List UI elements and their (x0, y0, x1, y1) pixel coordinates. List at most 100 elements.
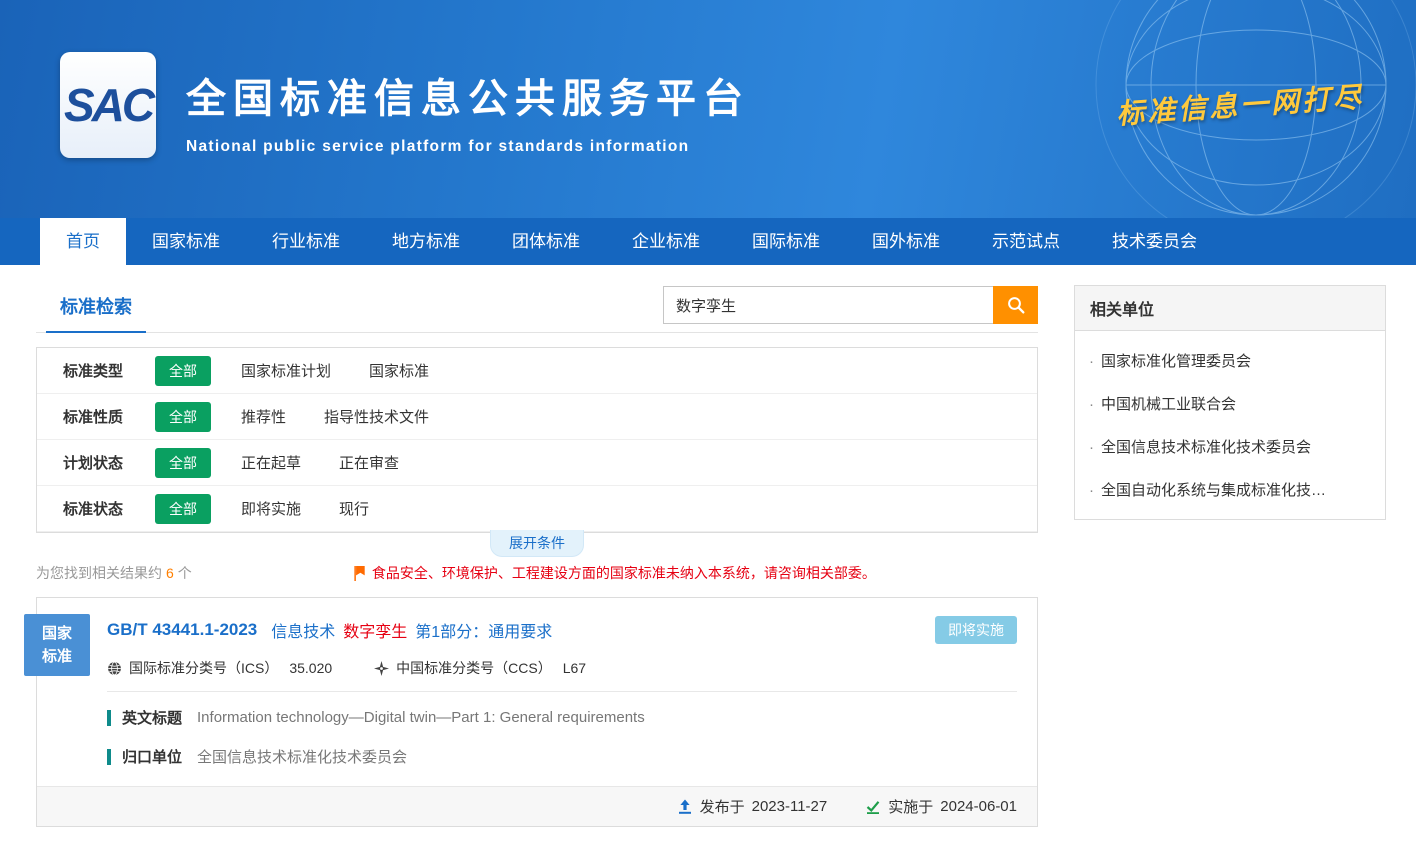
nav-item-technical-committee[interactable]: 技术委员会 (1086, 218, 1223, 265)
sidebar-item-automation-systems-committee[interactable]: 全国自动化系统与集成标准化技… (1075, 468, 1385, 511)
teal-bar (107, 749, 111, 765)
filter-option[interactable]: 即将实施 (241, 498, 301, 519)
filter-box: 标准类型 全部 国家标准计划 国家标准 标准性质 全部 推荐性 指导性技术文件 … (36, 347, 1038, 533)
teal-bar (107, 710, 111, 726)
result-count-prefix: 为您找到相关结果约 (36, 565, 162, 581)
card-footer: 发布于 2023-11-27 实施于 2024-06-01 (37, 786, 1037, 826)
result-count: 为您找到相关结果约6个 (36, 563, 192, 583)
nav-item-local-standards[interactable]: 地方标准 (366, 218, 486, 265)
nav-item-international-standards[interactable]: 国际标准 (726, 218, 846, 265)
sac-logo[interactable]: SAC (60, 52, 156, 158)
filter-label: 标准状态 (63, 498, 155, 519)
status-badge: 即将实施 (935, 616, 1017, 644)
filter-row-standard-status: 标准状态 全部 即将实施 现行 (37, 486, 1037, 532)
standard-title-link[interactable]: 信息技术数字孪生第1部分：通用要求 (271, 618, 560, 642)
publish-date-item: 发布于 2023-11-27 (677, 796, 828, 817)
filter-all-button[interactable]: 全部 (155, 448, 211, 478)
sidebar-item-sac[interactable]: 国家标准化管理委员会 (1075, 339, 1385, 382)
sidebar-item-machinery-federation[interactable]: 中国机械工业联合会 (1075, 382, 1385, 425)
filter-row-plan-status: 计划状态 全部 正在起草 正在审查 (37, 440, 1037, 486)
globe-icon (107, 661, 122, 676)
result-meta-row: 为您找到相关结果约6个 食品安全、环境保护、工程建设方面的国家标准未纳入本系统，… (36, 563, 1038, 583)
implement-date-item: 实施于 2024-06-01 (865, 796, 1017, 817)
compass-icon (374, 661, 389, 676)
nav-item-group-standards[interactable]: 团体标准 (486, 218, 606, 265)
sac-logo-text: SAC (64, 78, 152, 132)
ics-label: 国际标准分类号（ICS） (129, 658, 278, 678)
english-title-label: 英文标题 (122, 707, 182, 728)
related-organizations-panel: 相关单位 国家标准化管理委员会 中国机械工业联合会 全国信息技术标准化技术委员会… (1074, 285, 1386, 520)
filter-all-button[interactable]: 全部 (155, 494, 211, 524)
publish-icon (677, 799, 693, 815)
expand-conditions-button[interactable]: 展开条件 (490, 530, 584, 557)
search-input[interactable] (663, 286, 993, 324)
publish-label: 发布于 (700, 796, 745, 817)
standard-result-card: 国家 标准 GB/T 43441.1-2023 信息技术数字孪生第1部分：通用要… (36, 597, 1038, 827)
sidebar-item-it-standardization-committee[interactable]: 全国信息技术标准化技术委员会 (1075, 425, 1385, 468)
site-title-block: 全国标准信息公共服务平台 National public service pla… (186, 66, 750, 156)
nav-item-national-standards[interactable]: 国家标准 (126, 218, 246, 265)
filter-label: 计划状态 (63, 452, 155, 473)
site-subtitle: National public service platform for sta… (186, 138, 750, 156)
search-icon (1006, 295, 1026, 315)
sidebar-list: 国家标准化管理委员会 中国机械工业联合会 全国信息技术标准化技术委员会 全国自动… (1075, 331, 1385, 519)
site-header: SAC 全国标准信息公共服务平台 National public service… (0, 0, 1416, 218)
badge-line-2: 标准 (24, 645, 90, 668)
ccs-value: L67 (563, 660, 586, 676)
filter-label: 标准性质 (63, 406, 155, 427)
standard-code-link[interactable]: GB/T 43441.1-2023 (107, 620, 257, 640)
filter-option[interactable]: 指导性技术文件 (324, 406, 429, 427)
filter-all-button[interactable]: 全部 (155, 356, 211, 386)
nav-item-foreign-standards[interactable]: 国外标准 (846, 218, 966, 265)
nav-item-enterprise-standards[interactable]: 企业标准 (606, 218, 726, 265)
nav-item-pilot[interactable]: 示范试点 (966, 218, 1086, 265)
card-meta-row: 国际标准分类号（ICS） 35.020 中国标准分类号（CCS） L67 (37, 644, 1037, 691)
committee-value: 全国信息技术标准化技术委员会 (197, 746, 407, 767)
implement-label: 实施于 (888, 796, 933, 817)
filter-option[interactable]: 国家标准 (369, 360, 429, 381)
nav-item-industry-standards[interactable]: 行业标准 (246, 218, 366, 265)
search-box (663, 286, 1038, 324)
card-title-row: GB/T 43441.1-2023 信息技术数字孪生第1部分：通用要求 即将实施 (37, 598, 1037, 644)
check-icon (865, 799, 881, 815)
filter-option[interactable]: 国家标准计划 (241, 360, 331, 381)
title-segment: 第1部分：通用要求 (415, 624, 552, 641)
flag-icon (354, 566, 366, 581)
site-title: 全国标准信息公共服务平台 (186, 66, 750, 124)
main-column: 标准检索 标准类型 全部 国家标准计划 国家标准 标准性质 全 (36, 285, 1038, 827)
page-content: 标准检索 标准类型 全部 国家标准计划 国家标准 标准性质 全 (0, 265, 1416, 827)
title-segment: 信息技术 (271, 624, 335, 641)
title-highlight: 数字孪生 (343, 624, 407, 641)
result-count-number: 6 (166, 565, 174, 581)
english-title-value: Information technology—Digital twin—Part… (197, 709, 645, 726)
publish-date: 2023-11-27 (752, 798, 828, 815)
sidebar-title: 相关单位 (1075, 286, 1385, 331)
filter-option[interactable]: 正在起草 (241, 452, 301, 473)
ics-meta: 国际标准分类号（ICS） 35.020 (107, 658, 332, 678)
filter-row-standard-type: 标准类型 全部 国家标准计划 国家标准 (37, 348, 1037, 394)
filter-all-button[interactable]: 全部 (155, 402, 211, 432)
ccs-meta: 中国标准分类号（CCS） L67 (374, 658, 586, 678)
standard-type-badge: 国家 标准 (24, 614, 90, 676)
ics-value: 35.020 (289, 660, 332, 676)
committee-row: 归口单位 全国信息技术标准化技术委员会 (37, 737, 1037, 776)
main-nav: 首页 国家标准 行业标准 地方标准 团体标准 企业标准 国际标准 国外标准 示范… (0, 218, 1416, 265)
filter-option[interactable]: 推荐性 (241, 406, 286, 427)
committee-label: 归口单位 (122, 746, 182, 767)
filter-option[interactable]: 现行 (339, 498, 369, 519)
filter-row-standard-nature: 标准性质 全部 推荐性 指导性技术文件 (37, 394, 1037, 440)
ccs-label: 中国标准分类号（CCS） (396, 658, 552, 678)
notice-banner: 食品安全、环境保护、工程建设方面的国家标准未纳入本系统，请咨询相关部委。 (192, 563, 1038, 583)
implement-date: 2024-06-01 (940, 798, 1017, 815)
notice-text: 食品安全、环境保护、工程建设方面的国家标准未纳入本系统，请咨询相关部委。 (372, 563, 876, 583)
result-count-suffix: 个 (178, 565, 192, 581)
card-divider (107, 691, 1017, 692)
nav-item-home[interactable]: 首页 (40, 218, 126, 265)
section-title-standard-search[interactable]: 标准检索 (46, 293, 146, 333)
search-button[interactable] (993, 286, 1038, 324)
english-title-row: 英文标题 Information technology—Digital twin… (37, 698, 1037, 737)
filter-option[interactable]: 正在审查 (339, 452, 399, 473)
badge-line-1: 国家 (24, 622, 90, 645)
filter-label: 标准类型 (63, 360, 155, 381)
search-section: 标准检索 (36, 285, 1038, 333)
